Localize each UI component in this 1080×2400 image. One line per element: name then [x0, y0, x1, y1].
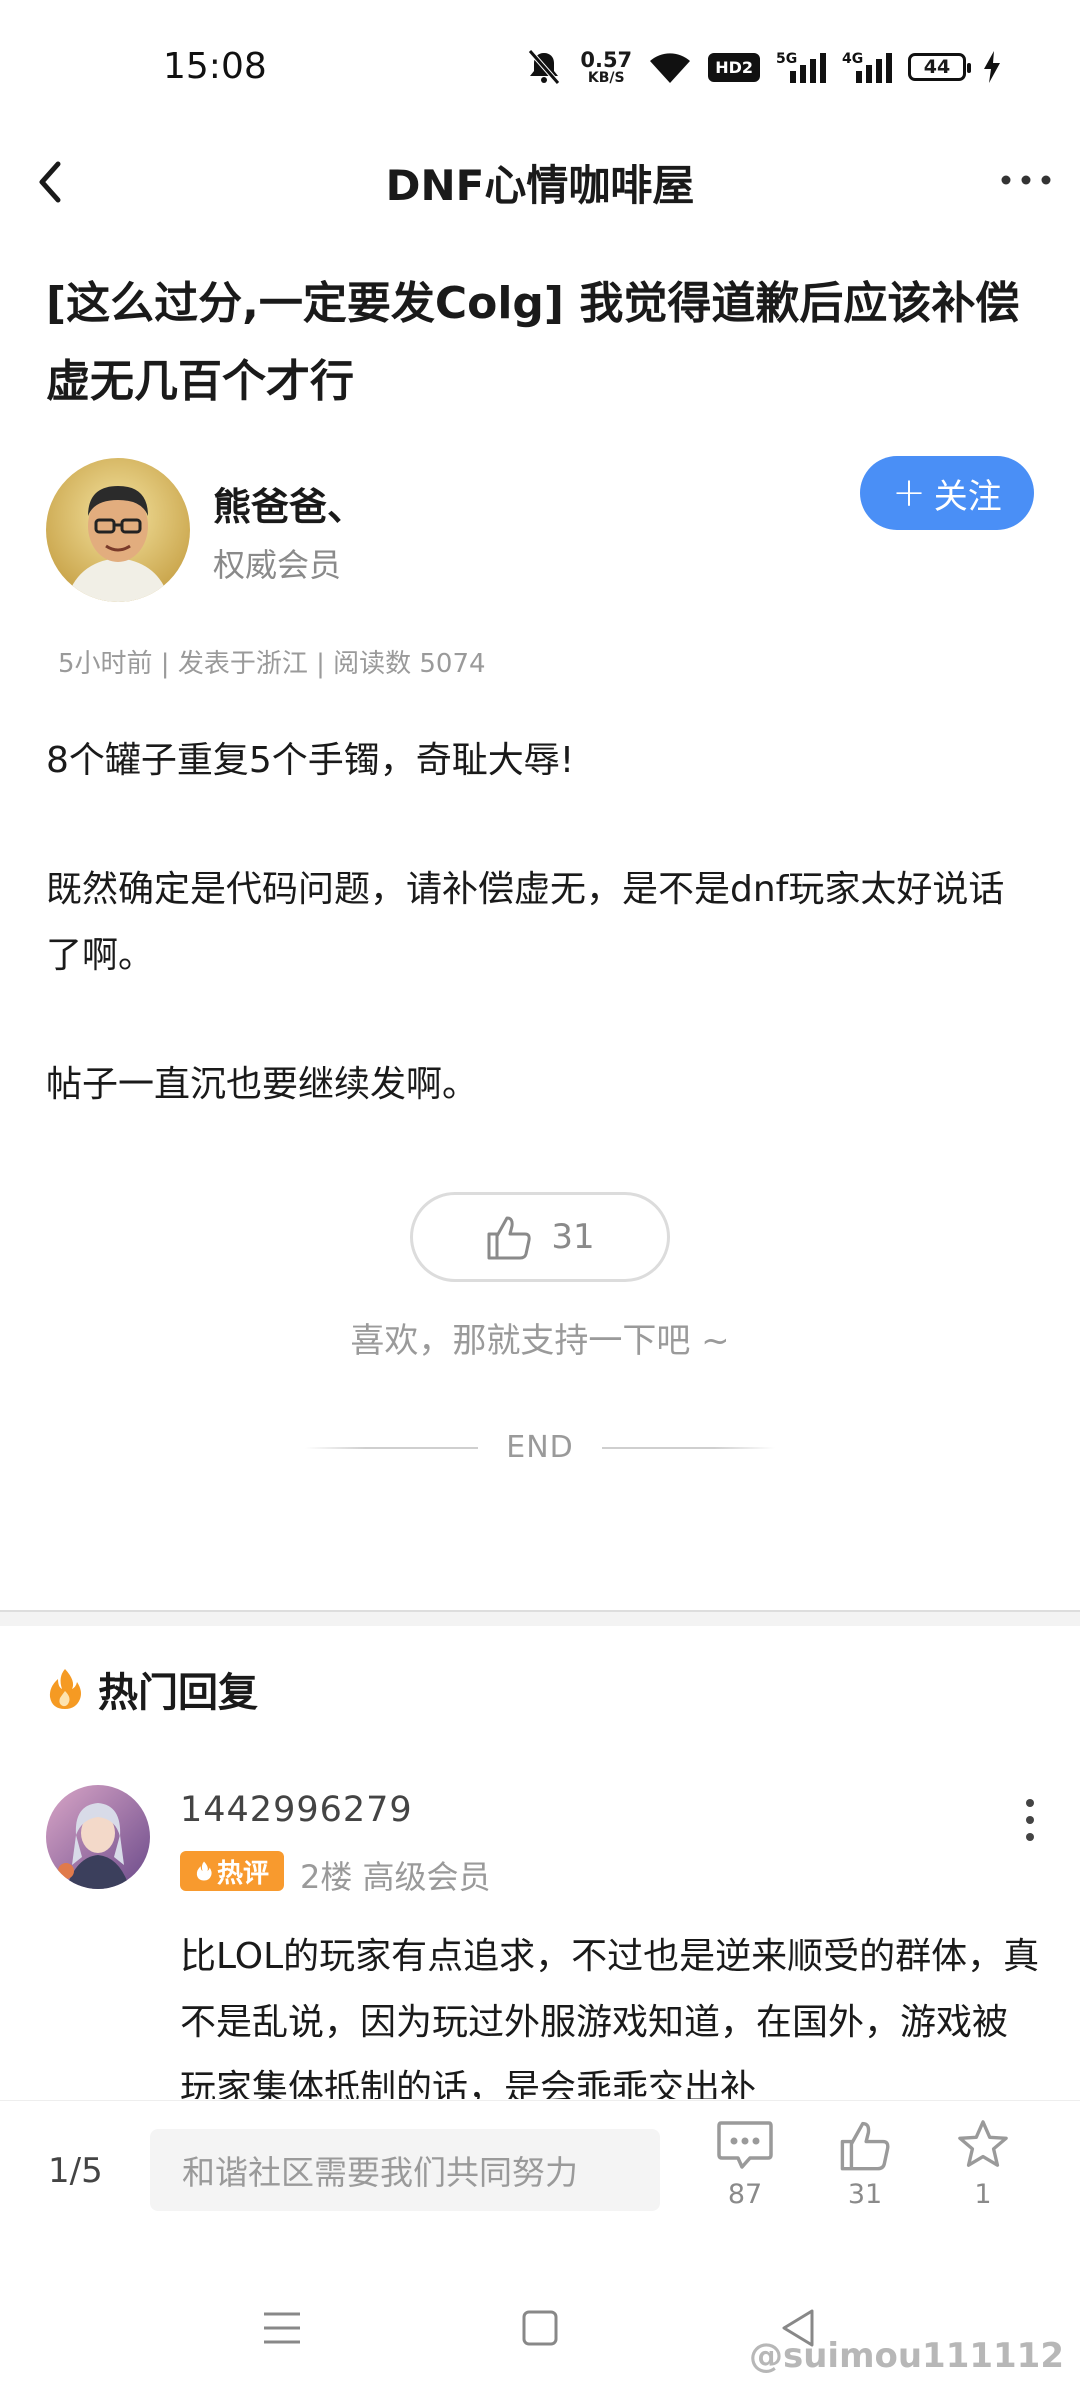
signal-label-2: 4G — [842, 51, 863, 67]
reply-more-icon[interactable] — [1020, 1795, 1040, 1845]
status-icons: 0.57 KB/S HD2 5G 4G 44 — [524, 42, 1002, 92]
fire-icon — [49, 1669, 81, 1709]
reply-avatar[interactable] — [46, 1785, 150, 1889]
comment-input[interactable]: 和谐社区需要我们共同努力 — [150, 2129, 660, 2211]
section-divider — [0, 1610, 1080, 1626]
post-body: 8个罐子重复5个手镯，奇耻大辱! 既然确定是代码问题，请补偿虚无，是不是dnf玩… — [46, 728, 1036, 1181]
divider-line — [305, 1446, 479, 1449]
end-label: END — [506, 1430, 574, 1465]
status-time: 15:08 — [163, 46, 267, 87]
status-bar: 15:08 0.57 KB/S HD2 5G 4G 44 — [0, 0, 1080, 130]
like-button[interactable]: 31 — [410, 1192, 670, 1282]
end-divider: END — [305, 1430, 775, 1465]
page-title: DNF心情咖啡屋 — [385, 161, 695, 210]
menu-icon[interactable] — [262, 2310, 302, 2346]
follow-label: 关注 — [933, 476, 1002, 517]
nav-bar: DNF心情咖啡屋 — [0, 130, 1080, 240]
favorite-count: 1 — [974, 2179, 992, 2210]
comment-count: 87 — [727, 2179, 763, 2210]
page-indicator[interactable]: 1/5 — [48, 2151, 103, 2191]
reply-text: 比LOL的玩家有点追求，不过也是逆来顺受的群体，真不是乱说，因为玩过外服游戏知道… — [180, 1936, 1040, 2099]
author-avatar[interactable] — [46, 458, 190, 602]
author-rank: 权威会员 — [213, 546, 342, 584]
thumbs-up-icon — [487, 1216, 532, 1260]
author-name[interactable]: 熊爸爸、 — [213, 476, 365, 531]
post-paragraph: 既然确定是代码问题，请补偿虚无，是不是dnf玩家太好说话了啊。 — [46, 869, 1005, 976]
mute-bell-icon — [528, 49, 561, 85]
battery-icon: 44 — [908, 53, 971, 81]
battery-level: 44 — [923, 56, 951, 78]
signal-label-1: 5G — [776, 51, 797, 67]
reply-floor-rank: 2楼 高级会员 — [300, 1858, 491, 1896]
bottom-toolbar: 1/5 和谐社区需要我们共同努力 87 31 1 — [0, 2100, 1080, 2250]
net-speed: 0.57 KB/S — [580, 47, 633, 86]
toolbar-like-button[interactable]: 31 — [820, 2119, 910, 2210]
plus-icon: + — [892, 470, 926, 516]
reply-avatar-image — [46, 1785, 150, 1889]
charging-icon — [984, 51, 1000, 83]
wifi-icon — [650, 53, 691, 83]
follow-button[interactable]: + 关注 — [860, 456, 1034, 530]
divider-line — [601, 1446, 775, 1449]
more-options-icon[interactable] — [996, 165, 1056, 195]
home-icon[interactable] — [522, 2310, 558, 2346]
reply-username[interactable]: 1442996279 — [180, 1790, 413, 1830]
hot-comment-badge: 热评 — [180, 1851, 284, 1891]
post-paragraph: 8个罐子重复5个手镯，奇耻大辱! — [46, 740, 575, 781]
post-title: [这么过分,一定要发Colg] 我觉得道歉后应该补偿虚无几百个才行 — [46, 278, 1020, 407]
system-nav-bar — [0, 2250, 1080, 2400]
post-meta: 5小时前 | 发表于浙江 | 阅读数 5074 — [58, 649, 486, 679]
hot-replies-header: 热门回复 — [46, 1660, 258, 1718]
comment-button[interactable]: 87 — [700, 2119, 790, 2210]
like-hint: 喜欢，那就支持一下吧 ~ — [350, 1321, 730, 1361]
like-count: 31 — [551, 1217, 595, 1257]
signal-4g-icon: 4G — [842, 51, 892, 83]
post-paragraph: 帖子一直沉也要继续发啊。 — [46, 1064, 479, 1105]
avatar-image — [46, 458, 190, 602]
toolbar-like-count: 31 — [847, 2179, 883, 2210]
comment-icon — [717, 2121, 773, 2169]
star-icon — [958, 2120, 1008, 2167]
favorite-button[interactable]: 1 — [938, 2119, 1028, 2210]
thumbs-up-icon — [840, 2121, 890, 2171]
hot-replies-title: 热门回复 — [98, 1670, 258, 1716]
hd-badge: HD2 — [708, 52, 760, 82]
watermark: @suimou111112 — [748, 2336, 1064, 2376]
signal-5g-icon: 5G — [776, 51, 826, 83]
fire-icon — [196, 1861, 212, 1881]
hot-badge-label: 热评 — [216, 1858, 269, 1889]
